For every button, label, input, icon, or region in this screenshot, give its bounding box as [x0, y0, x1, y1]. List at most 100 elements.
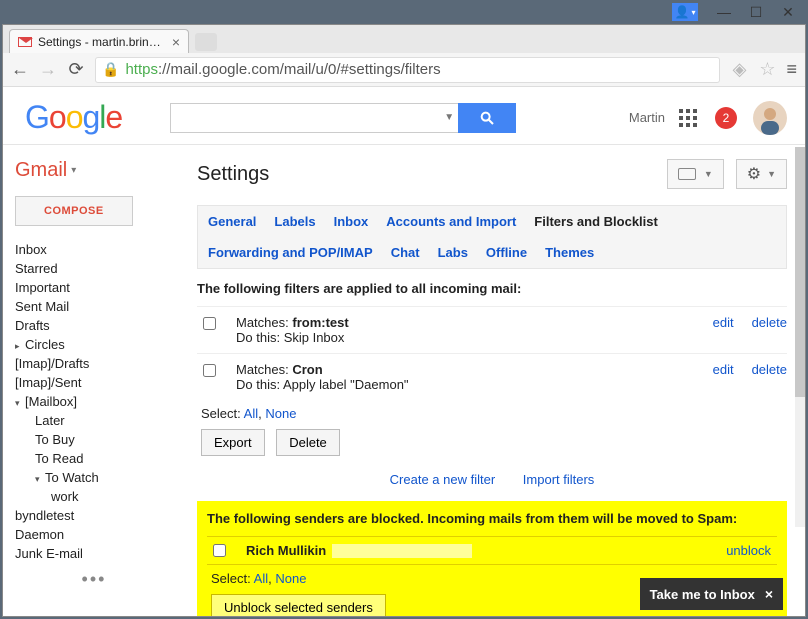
toast-text: Take me to Inbox [650, 587, 755, 602]
sidebar-more[interactable]: ••• [15, 563, 173, 596]
browser-tab[interactable]: Settings - martin.brinkma… × [9, 29, 189, 53]
back-button[interactable]: ← [11, 59, 29, 80]
url-input[interactable]: 🔒 https://mail.google.com/mail/u/0/#sett… [95, 57, 720, 83]
forward-button[interactable]: → [39, 59, 57, 80]
settings-gear-button[interactable]: ⚙▼ [736, 159, 787, 189]
lock-icon: 🔒 [102, 61, 119, 78]
sidebar-item[interactable]: ▾To Watch [15, 468, 173, 487]
tabstrip: Settings - martin.brinkma… × [3, 25, 805, 53]
sidebar-item[interactable]: To Buy [15, 430, 173, 449]
tab-labels[interactable]: Labels [274, 214, 315, 229]
tab-offline[interactable]: Offline [486, 245, 527, 260]
sidebar-item[interactable]: Inbox [15, 240, 173, 259]
unblock-selected-button[interactable]: Unblock selected senders [211, 594, 386, 616]
tab-general[interactable]: General [208, 214, 256, 229]
tab-chat[interactable]: Chat [391, 245, 420, 260]
os-close-button[interactable]: ✕ [774, 2, 802, 22]
select-none-link[interactable]: None [265, 406, 296, 421]
sidebar-item[interactable]: Starred [15, 259, 173, 278]
sidebar-item-label: To Buy [35, 432, 75, 447]
sidebar-item[interactable]: [Imap]/Sent [15, 373, 173, 392]
chevron-down-icon: ▾ [71, 165, 76, 176]
sidebar-item[interactable]: Sent Mail [15, 297, 173, 316]
sidebar-item[interactable]: Important [15, 278, 173, 297]
blocked-sender-name: Rich Mullikin [246, 543, 326, 558]
apps-icon[interactable] [679, 109, 697, 127]
filter-delete-link[interactable]: delete [752, 362, 787, 377]
page-action-icon[interactable]: ◈ [730, 59, 748, 80]
url-scheme: https [125, 61, 158, 78]
unblock-link[interactable]: unblock [726, 543, 771, 558]
sidebar-item-label: To Watch [45, 470, 99, 485]
sidebar-item-label: byndletest [15, 508, 74, 523]
user-name[interactable]: Martin [629, 110, 665, 125]
blocked-row: Rich Mullikin unblock [207, 536, 777, 565]
blocked-select-none-link[interactable]: None [275, 571, 306, 586]
filter-row: Matches: from:testDo this: Skip Inboxedi… [197, 306, 787, 353]
filter-checkbox[interactable] [203, 364, 216, 377]
sidebar-item[interactable]: Drafts [15, 316, 173, 335]
sidebar-item-label: Sent Mail [15, 299, 69, 314]
tab-inbox[interactable]: Inbox [334, 214, 369, 229]
inbox-toast[interactable]: Take me to Inbox × [640, 578, 783, 610]
sidebar-item[interactable]: [Imap]/Drafts [15, 354, 173, 373]
chrome-menu-icon[interactable]: ≡ [786, 59, 797, 80]
tab-accounts[interactable]: Accounts and Import [386, 214, 516, 229]
sidebar-item-label: Important [15, 280, 70, 295]
import-filters-link[interactable]: Import filters [523, 472, 595, 487]
filters-heading: The following filters are applied to all… [197, 281, 787, 296]
blocked-select-all-link[interactable]: All [254, 571, 268, 586]
notifications-badge[interactable]: 2 [715, 107, 737, 129]
filter-edit-link[interactable]: edit [713, 315, 734, 330]
scrollbar-thumb[interactable] [795, 147, 805, 397]
sidebar-item[interactable]: Later [15, 411, 173, 430]
bookmark-icon[interactable]: ☆ [758, 59, 776, 80]
tab-title: Settings - martin.brinkma… [38, 35, 166, 49]
sidebar-item[interactable]: To Read [15, 449, 173, 468]
search-button[interactable] [458, 103, 516, 133]
filter-body: Matches: CronDo this: Apply label "Daemo… [236, 362, 695, 392]
sidebar-item-label: Starred [15, 261, 58, 276]
reload-button[interactable]: ⟳ [67, 59, 85, 80]
sidebar-item[interactable]: Daemon [15, 525, 173, 544]
new-tab-button[interactable] [195, 33, 217, 51]
delete-button[interactable]: Delete [276, 429, 340, 456]
tab-labs[interactable]: Labs [438, 245, 468, 260]
tab-themes[interactable]: Themes [545, 245, 594, 260]
input-tools-button[interactable]: ▼ [667, 159, 724, 189]
filter-checkbox[interactable] [203, 317, 216, 330]
sidebar-item[interactable]: Junk E-mail [15, 544, 173, 563]
avatar[interactable] [753, 101, 787, 135]
os-maximize-button[interactable]: ☐ [742, 2, 770, 22]
os-minimize-button[interactable]: — [710, 2, 738, 22]
tab-forwarding[interactable]: Forwarding and POP/IMAP [208, 245, 373, 260]
export-button[interactable]: Export [201, 429, 265, 456]
compose-button[interactable]: COMPOSE [15, 196, 133, 226]
sidebar-item[interactable]: work [15, 487, 173, 506]
scrollbar-track[interactable] [795, 147, 805, 527]
toast-close-icon[interactable]: × [765, 586, 773, 602]
filter-edit-link[interactable]: edit [713, 362, 734, 377]
sidebar-item-label: To Read [35, 451, 83, 466]
google-logo[interactable]: Google [25, 99, 122, 136]
search-options-dropdown[interactable]: ▼ [440, 103, 458, 133]
tab-close-icon[interactable]: × [172, 34, 180, 50]
os-profile-badge[interactable]: 👤▾ [672, 3, 698, 21]
gmail-brand[interactable]: Gmail▾ [15, 159, 173, 182]
blocked-checkbox[interactable] [213, 544, 226, 557]
sidebar-item[interactable]: ▾[Mailbox] [15, 392, 173, 411]
keyboard-icon [678, 168, 696, 180]
sidebar-item[interactable]: byndletest [15, 506, 173, 525]
sidebar-item-label: Circles [25, 337, 65, 352]
sidebar-item-label: [Mailbox] [25, 394, 77, 409]
browser-window: Settings - martin.brinkma… × ← → ⟳ 🔒 htt… [2, 24, 806, 617]
caret-right-icon: ▸ [15, 341, 25, 352]
redacted-email [332, 544, 472, 558]
filter-delete-link[interactable]: delete [752, 315, 787, 330]
sidebar-item[interactable]: ▸Circles [15, 335, 173, 354]
tab-filters[interactable]: Filters and Blocklist [534, 214, 658, 229]
search-input[interactable] [170, 103, 440, 133]
select-all-link[interactable]: All [244, 406, 258, 421]
create-filter-link[interactable]: Create a new filter [390, 472, 496, 487]
sidebar-item-label: Daemon [15, 527, 64, 542]
